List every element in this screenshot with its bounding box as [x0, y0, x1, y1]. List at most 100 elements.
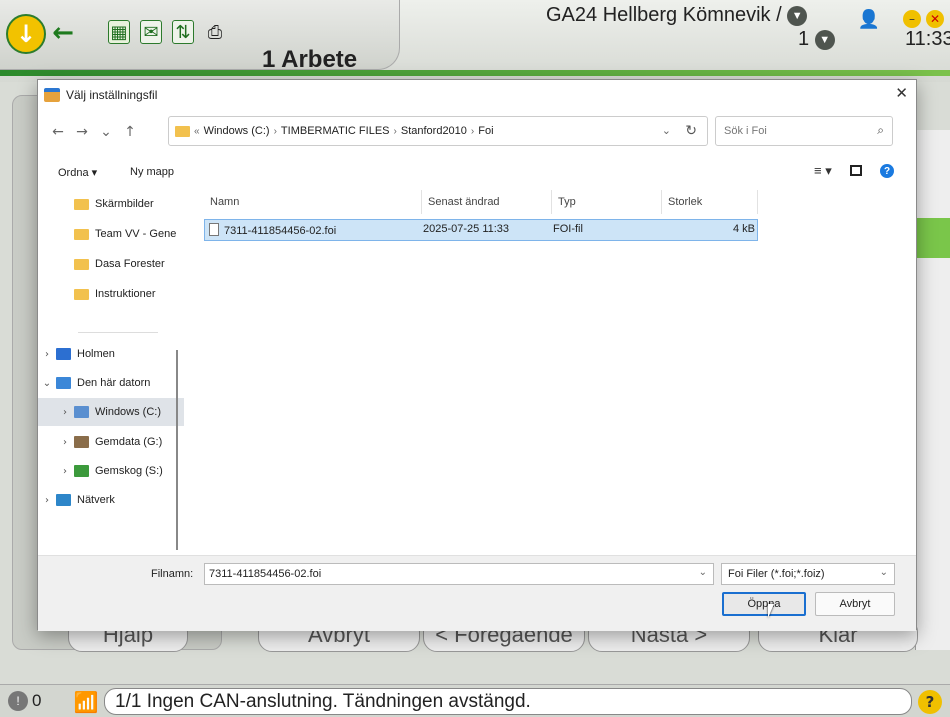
transfer-icon[interactable]: ⇅	[172, 20, 194, 44]
search-input[interactable]: Sök i Foi ⌕	[715, 116, 893, 146]
organize-button[interactable]: Ordna ▾	[58, 166, 97, 179]
nav-label: Den här datorn	[77, 377, 151, 389]
nav-item-screenshots[interactable]: Skärmbilder	[38, 190, 184, 218]
file-open-dialog: Välj inställningsfil ✕ ← → ⌄ ↑ « Windows…	[37, 79, 917, 631]
up-icon[interactable]: ↑	[118, 124, 142, 140]
minimize-icon[interactable]: –	[903, 10, 921, 28]
file-list: Namn Senast ändrad Typ Storlek 7311-4118…	[184, 190, 917, 555]
chevron-right-icon[interactable]: ›	[38, 349, 56, 360]
filename-field[interactable]: 7311-411854456-02.foi ⌄	[204, 563, 714, 585]
nav-item-dasa-forester[interactable]: Dasa Forester	[38, 250, 184, 278]
file-icon	[209, 223, 219, 236]
nav-item-gemdata[interactable]: › Gemdata (G:)	[38, 428, 184, 456]
status-message: 1/1 Ingen CAN-anslutning. Tändningen avs…	[104, 688, 912, 715]
mail-icon[interactable]: ✉	[140, 20, 162, 44]
address-bar[interactable]: « Windows (C:) › TIMBERMATIC FILES › Stanf…	[168, 116, 708, 146]
person-lock-icon[interactable]: 👤	[858, 8, 880, 30]
chevron-down-icon[interactable]: ⌄	[699, 567, 707, 578]
nav-item-windows-c[interactable]: › Windows (C:)	[38, 398, 184, 426]
column-header-type[interactable]: Typ	[552, 190, 662, 214]
chevron-down-icon[interactable]: ⌄	[662, 124, 671, 137]
connection-icon[interactable]: 📶	[72, 689, 100, 715]
help-icon[interactable]: ?	[918, 690, 942, 714]
cancel-button[interactable]: Avbryt	[815, 592, 895, 616]
breadcrumb-item[interactable]: TIMBERMATIC FILES	[281, 125, 390, 137]
network-drive-icon	[74, 436, 89, 448]
table-row[interactable]: 7311-411854456-02.foi 2025-07-25 11:33 F…	[204, 219, 758, 241]
chevron-right-icon[interactable]: ›	[56, 466, 74, 477]
message-counter[interactable]: ! 0	[8, 689, 41, 713]
chevron-right-icon[interactable]: ›	[56, 407, 74, 418]
info-icon: !	[8, 691, 28, 711]
calculator-icon[interactable]: ▦	[108, 20, 130, 44]
nav-item-this-pc[interactable]: ⌄ Den här datorn	[38, 369, 184, 397]
background-scrollbar	[915, 130, 950, 650]
refresh-icon[interactable]: ↻	[685, 122, 697, 139]
breadcrumb-item[interactable]: Foi	[478, 125, 493, 137]
dialog-titlebar: Välj inställningsfil ✕	[38, 80, 916, 110]
view-options-icon[interactable]: ≡ ▾	[814, 163, 832, 179]
breadcrumb-separator-icon: ›	[393, 125, 397, 137]
close-icon[interactable]: ✕	[926, 10, 944, 28]
nav-label: Skärmbilder	[95, 198, 154, 210]
breadcrumb-overflow[interactable]: «	[194, 126, 200, 137]
network-icon	[56, 494, 71, 506]
file-name: 7311-411854456-02.foi	[224, 225, 337, 237]
filetype-value: Foi Filer (*.foi;*.foiz)	[728, 568, 825, 580]
breadcrumb-separator-icon: ›	[470, 125, 475, 137]
status-bar: ! 0 📶 1/1 Ingen CAN-anslutning. Tändning…	[0, 684, 950, 717]
nav-item-instructions[interactable]: Instruktioner	[38, 280, 184, 308]
search-placeholder: Sök i Foi	[724, 125, 767, 137]
operator-label[interactable]: GA24 Hellberg Kömnevik / ▼	[546, 4, 808, 27]
drive-icon	[74, 406, 89, 418]
file-modified: 2025-07-25 11:33	[423, 223, 510, 235]
nav-label: Dasa Forester	[95, 258, 165, 270]
column-header-size[interactable]: Storlek	[662, 190, 758, 214]
down-arrow-icon[interactable]: ↓	[6, 14, 46, 54]
folder-icon	[74, 228, 89, 240]
recent-chevron-icon[interactable]: ⌄	[94, 124, 118, 140]
header-accent-line	[0, 70, 950, 76]
nav-label: Nätverk	[77, 494, 115, 506]
column-header-modified[interactable]: Senast ändrad	[422, 190, 552, 214]
machine-number[interactable]: 1 ▼	[798, 28, 835, 51]
folder-icon	[74, 288, 89, 300]
new-folder-button[interactable]: Ny mapp	[130, 166, 174, 178]
file-size: 4 kB	[733, 223, 756, 235]
nav-item-holmen[interactable]: › Holmen	[38, 340, 184, 368]
back-icon[interactable]: ←	[46, 124, 70, 140]
preview-pane-icon[interactable]	[850, 165, 862, 176]
folder-icon	[175, 125, 190, 137]
nav-label: Team VV - Gene	[95, 228, 177, 240]
computer-icon	[56, 377, 71, 389]
chevron-down-icon[interactable]: ⌄	[880, 567, 888, 578]
breadcrumb-item[interactable]: Stanford2010	[401, 125, 467, 137]
nav-item-team-vv[interactable]: Team VV - Gene	[38, 220, 184, 248]
divider	[78, 332, 158, 333]
nav-item-network[interactable]: › Nätverk	[38, 486, 184, 514]
chevron-down-icon[interactable]: ▼	[787, 5, 808, 26]
open-button[interactable]: Öppna	[722, 592, 806, 616]
back-arrow-icon[interactable]: ←	[50, 18, 76, 48]
help-icon[interactable]: ?	[880, 164, 894, 178]
nav-label: Gemskog (S:)	[95, 465, 163, 477]
network-drive-icon	[74, 465, 89, 477]
machine-number-value: 1	[798, 28, 810, 50]
printer-icon[interactable]: ⎙	[204, 20, 226, 44]
clock: 11:33	[905, 28, 950, 50]
close-icon[interactable]: ✕	[895, 84, 908, 102]
scrollbar[interactable]	[176, 350, 178, 550]
chevron-right-icon[interactable]: ›	[38, 495, 56, 506]
file-name-cell: 7311-411854456-02.foi	[209, 223, 336, 237]
forward-icon[interactable]: →	[70, 124, 94, 140]
breadcrumb-item[interactable]: Windows (C:)	[204, 125, 270, 137]
chevron-down-icon[interactable]: ▼	[814, 29, 835, 50]
chevron-down-icon[interactable]: ⌄	[38, 378, 56, 389]
chevron-right-icon[interactable]: ›	[56, 437, 74, 448]
nav-item-gemskog[interactable]: › Gemskog (S:)	[38, 457, 184, 485]
dialog-toolbar: Ordna ▾ Ny mapp ≡ ▾ ?	[38, 154, 916, 190]
filetype-select[interactable]: Foi Filer (*.foi;*.foiz) ⌄	[721, 563, 895, 585]
column-header-name[interactable]: Namn	[204, 190, 422, 214]
search-icon: ⌕	[877, 123, 884, 137]
nav-label: Instruktioner	[95, 288, 156, 300]
